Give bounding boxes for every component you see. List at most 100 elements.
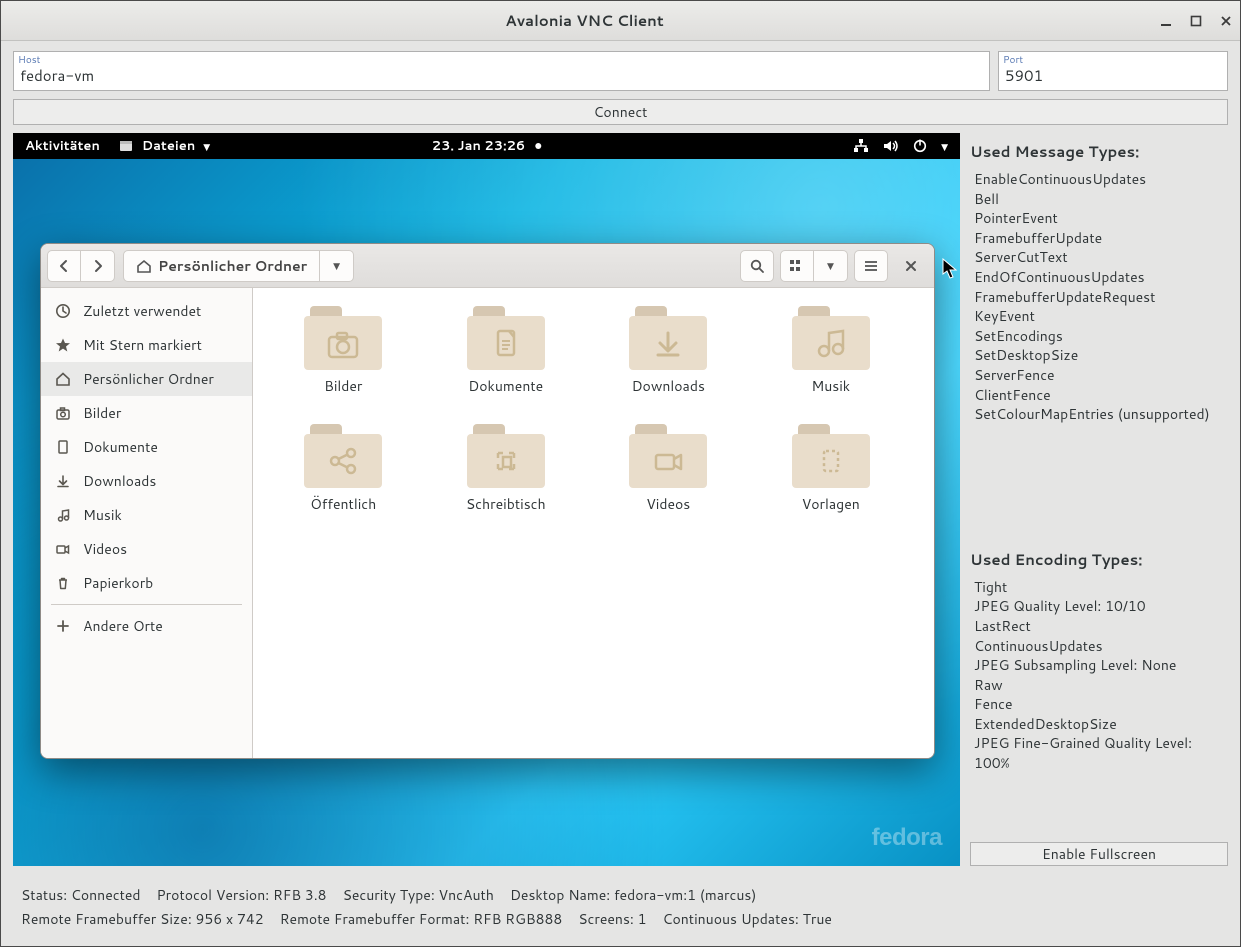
minimize-button[interactable] <box>1160 15 1172 27</box>
gnome-top-panel: Aktivitäten Dateien ▼ 23. Jan 23:26 <box>13 133 960 159</box>
clock-icon <box>55 303 71 319</box>
folder-item[interactable]: Schreibtisch <box>430 424 583 514</box>
search-button[interactable] <box>740 250 774 282</box>
folder-item[interactable]: Vorlagen <box>755 424 908 514</box>
status-segment: Screens: 1 <box>578 908 646 932</box>
sidebar-item-label: Videos <box>83 539 127 559</box>
sidebar-item[interactable]: Persönlicher Ordner <box>41 362 252 396</box>
enctype-item: Tight <box>974 578 1228 598</box>
msgtype-item: EnableContinuousUpdates <box>974 170 1228 190</box>
folder-item[interactable]: Bilder <box>267 306 420 396</box>
path-dropdown-button[interactable]: ▼ <box>320 250 354 282</box>
folder-icon <box>629 306 707 370</box>
nav-back-button[interactable] <box>47 250 81 282</box>
msgtype-item: KeyEvent <box>974 307 1228 327</box>
status-segment: Status: Connected <box>21 884 141 908</box>
power-icon[interactable] <box>913 139 927 153</box>
status-segment: Protocol Version: RFB 3.8 <box>157 884 327 908</box>
view-grid-button[interactable] <box>780 250 814 282</box>
msgtype-item: ServerCutText <box>974 248 1228 268</box>
sidebar-item-label: Bilder <box>83 403 121 423</box>
maximize-button[interactable] <box>1190 15 1202 27</box>
sidebar-item[interactable]: Videos <box>41 532 252 566</box>
host-label: Host <box>18 53 40 67</box>
folder-item[interactable]: Öffentlich <box>267 424 420 514</box>
msgtypes-header: Used Message Types: <box>970 141 1228 162</box>
notification-dot-icon <box>535 143 541 149</box>
app-menu[interactable]: Dateien ▼ <box>118 137 210 155</box>
info-panel: Used Message Types: EnableContinuousUpda… <box>970 133 1228 866</box>
sidebar-item[interactable]: Musik <box>41 498 252 532</box>
status-segment: Continuous Updates: True <box>663 908 832 932</box>
search-icon <box>749 258 765 274</box>
plus-icon <box>55 618 71 634</box>
host-field[interactable]: Host fedora-vm <box>13 51 990 91</box>
folder-item[interactable]: Musik <box>755 306 908 396</box>
sidebar-item-label: Musik <box>83 505 122 525</box>
status-segment: Security Type: VncAuth <box>343 884 494 908</box>
files-icon <box>118 138 134 154</box>
sidebar-item[interactable]: Mit Stern markiert <box>41 328 252 362</box>
msgtype-item: FramebufferUpdateRequest <box>974 288 1228 308</box>
titlebar: Avalonia VNC Client <box>1 1 1240 41</box>
system-menu-chevron-icon[interactable]: ▼ <box>941 140 948 153</box>
network-icon[interactable] <box>853 139 869 153</box>
host-value: fedora-vm <box>20 65 94 86</box>
folder-label: Öffentlich <box>310 494 376 514</box>
chevron-down-icon: ▼ <box>333 259 340 272</box>
folder-item[interactable]: Dokumente <box>430 306 583 396</box>
file-view[interactable]: BilderDokumente Downloads Musik Öffentlich S… <box>253 288 934 758</box>
sidebar-item[interactable]: Bilder <box>41 396 252 430</box>
sidebar-item[interactable]: Andere Orte <box>41 609 252 643</box>
msgtypes-list: EnableContinuousUpdatesBellPointerEventF… <box>970 170 1228 425</box>
sidebar-item[interactable]: Papierkorb <box>41 566 252 600</box>
folder-icon <box>467 424 545 488</box>
nav-forward-button[interactable] <box>81 250 115 282</box>
enctype-item: JPEG Fine-Grained Quality Level: 100% <box>974 734 1228 773</box>
framebuffer-view[interactable]: Aktivitäten Dateien ▼ 23. Jan 23:26 <box>13 133 960 866</box>
sidebar-item[interactable]: Downloads <box>41 464 252 498</box>
doc-icon <box>55 439 71 455</box>
hamburger-menu-button[interactable] <box>854 250 888 282</box>
folder-icon <box>792 306 870 370</box>
msgtype-item: ClientFence <box>974 386 1228 406</box>
folder-label: Schreibtisch <box>466 494 546 514</box>
msgtype-item: SetDesktopSize <box>974 346 1228 366</box>
close-button[interactable] <box>1220 15 1232 27</box>
folder-item[interactable]: Downloads <box>592 306 745 396</box>
trash-icon <box>55 575 71 591</box>
folder-icon <box>467 306 545 370</box>
view-options-button[interactable]: ▼ <box>814 250 848 282</box>
status-segment: Remote Framebuffer Format: RFB RGB888 <box>280 908 563 932</box>
sidebar-item-label: Persönlicher Ordner <box>83 369 214 389</box>
volume-icon[interactable] <box>883 139 899 153</box>
status-segment: Remote Framebuffer Size: 956 x 742 <box>21 908 264 932</box>
enctype-item: JPEG Subsampling Level: None <box>974 656 1228 676</box>
nautilus-close-button[interactable] <box>894 250 928 282</box>
clock[interactable]: 23. Jan 23:26 <box>432 137 541 155</box>
enctype-item: ContinuousUpdates <box>974 637 1228 657</box>
status-bar: Status: Connected Protocol Version: RFB 3… <box>13 874 1228 940</box>
enctype-item: LastRect <box>974 617 1228 637</box>
folder-icon <box>792 424 870 488</box>
activities-button[interactable]: Aktivitäten <box>25 137 100 155</box>
port-field[interactable]: Port 5901 <box>998 51 1228 91</box>
msgtype-item: PointerEvent <box>974 209 1228 229</box>
connect-button[interactable]: Connect <box>13 99 1228 125</box>
sidebar-item[interactable]: Zuletzt verwendet <box>41 294 252 328</box>
enctype-item: JPEG Quality Level: 10/10 <box>974 597 1228 617</box>
sidebar-item-label: Downloads <box>83 471 156 491</box>
enable-fullscreen-button[interactable]: Enable Fullscreen <box>970 842 1228 866</box>
msgtype-item: ServerFence <box>974 366 1228 386</box>
enctype-item: Fence <box>974 695 1228 715</box>
status-segment: Desktop Name: fedora-vm:1 (marcus) <box>510 884 756 908</box>
camera-icon <box>55 405 71 421</box>
sidebar-item[interactable]: Dokumente <box>41 430 252 464</box>
close-icon <box>904 259 918 273</box>
folder-icon <box>629 424 707 488</box>
folder-icon <box>304 306 382 370</box>
folder-item[interactable]: Videos <box>592 424 745 514</box>
folder-label: Downloads <box>632 376 705 396</box>
enctype-item: ExtendedDesktopSize <box>974 715 1228 735</box>
path-button[interactable]: Persönlicher Ordner <box>123 250 320 282</box>
